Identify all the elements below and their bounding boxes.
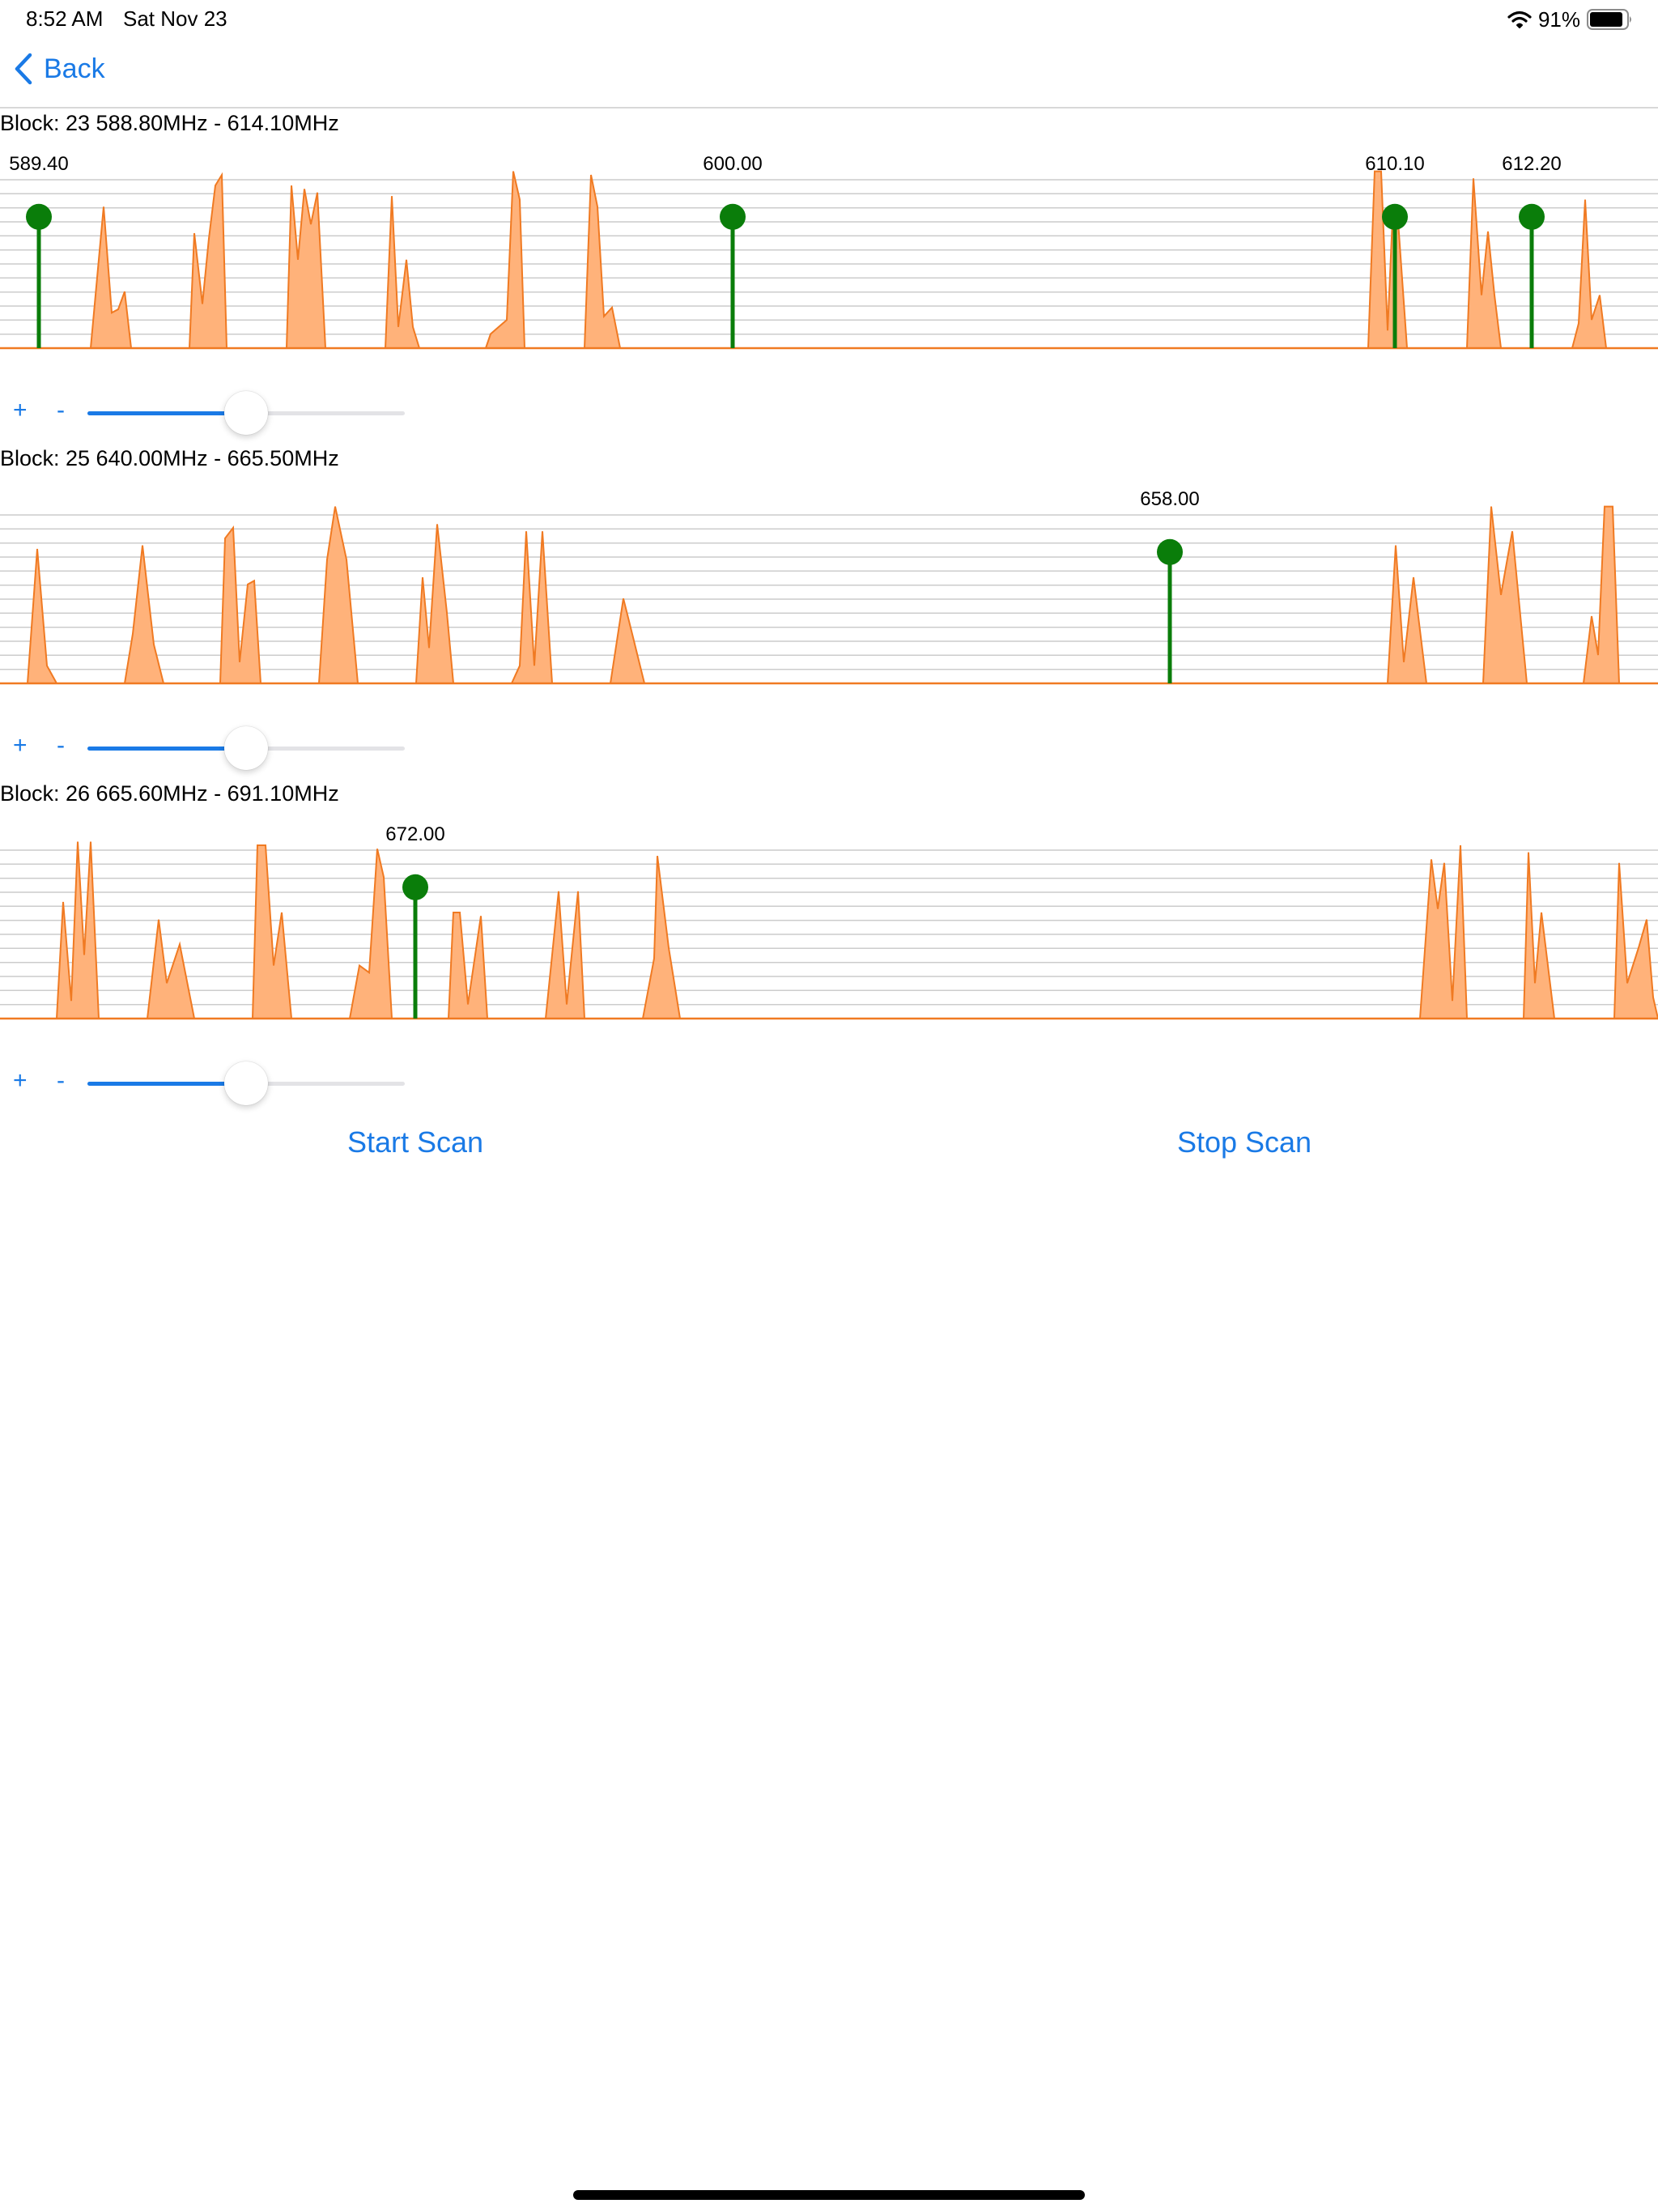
status-time: 8:52 AM — [26, 6, 104, 31]
back-button[interactable]: Back — [13, 52, 105, 86]
status-indicators: 91% — [1507, 6, 1634, 32]
channel-marker-label: 600.00 — [703, 153, 762, 175]
spectrum-chart-block-25[interactable]: 658.00 — [0, 481, 1658, 724]
spectrum-chart-block-23[interactable]: 589.40 600.00 610.10 612.20 — [0, 146, 1658, 389]
channel-marker-dot[interactable] — [720, 203, 746, 230]
spectrum-trace — [0, 841, 1658, 1019]
block-title-25: Block: 25 640.00MHz - 665.50MHz — [0, 446, 339, 470]
chevron-left-icon — [15, 53, 32, 85]
zoom-slider-fill — [87, 747, 246, 751]
home-indicator — [573, 2190, 1085, 2200]
zoom-controls-block-26: + - — [0, 1059, 421, 1108]
spectrum-trace — [0, 170, 1658, 349]
zoom-in-button[interactable]: + — [13, 1067, 28, 1095]
channel-marker-label: 658.00 — [1140, 488, 1199, 510]
channel-marker-label: 612.20 — [1502, 153, 1561, 175]
zoom-slider[interactable] — [87, 726, 405, 770]
block-title-26: Block: 26 665.60MHz - 691.10MHz — [0, 781, 339, 806]
zoom-slider[interactable] — [87, 1061, 405, 1105]
channel-marker-label: 610.10 — [1365, 153, 1424, 175]
zoom-slider-thumb[interactable] — [224, 1061, 268, 1105]
block-title-23: Block: 23 588.80MHz - 614.10MHz — [0, 111, 339, 135]
battery-icon — [1587, 9, 1631, 30]
status-bar: 8:52 AM Sat Nov 23 91% — [0, 0, 1658, 39]
zoom-out-button[interactable]: - — [57, 397, 65, 424]
zoom-controls-block-25: + - — [0, 724, 421, 772]
spectrum-chart-block-26[interactable]: 672.00 — [0, 816, 1658, 1059]
channel-marker-dot[interactable] — [402, 874, 428, 900]
channel-marker-label: 589.40 — [9, 153, 68, 175]
zoom-slider-fill — [87, 1082, 246, 1086]
channel-marker-dot[interactable] — [1382, 203, 1408, 230]
channel-marker-dot[interactable] — [26, 203, 52, 230]
spectrum-trace — [0, 505, 1658, 684]
zoom-in-button[interactable]: + — [13, 397, 28, 424]
zoom-in-button[interactable]: + — [13, 732, 28, 759]
zoom-out-button[interactable]: - — [57, 732, 65, 759]
battery-percent: 91% — [1537, 6, 1580, 32]
zoom-out-button[interactable]: - — [57, 1067, 65, 1095]
zoom-slider-fill — [87, 411, 246, 415]
back-label: Back — [44, 53, 105, 84]
navigation-bar: Back — [0, 39, 1658, 108]
status-date: Sat Nov 23 — [123, 6, 227, 31]
channel-marker-label: 672.00 — [385, 823, 444, 845]
zoom-controls-block-23: + - — [0, 389, 421, 437]
channel-marker-dot[interactable] — [1519, 203, 1545, 230]
zoom-slider-thumb[interactable] — [224, 726, 268, 770]
start-scan-button[interactable]: Start Scan — [347, 1125, 483, 1159]
zoom-slider-thumb[interactable] — [224, 391, 268, 435]
stop-scan-button[interactable]: Stop Scan — [1177, 1125, 1312, 1159]
channel-marker-dot[interactable] — [1157, 538, 1183, 565]
zoom-slider[interactable] — [87, 391, 405, 435]
wifi-icon — [1507, 11, 1532, 28]
